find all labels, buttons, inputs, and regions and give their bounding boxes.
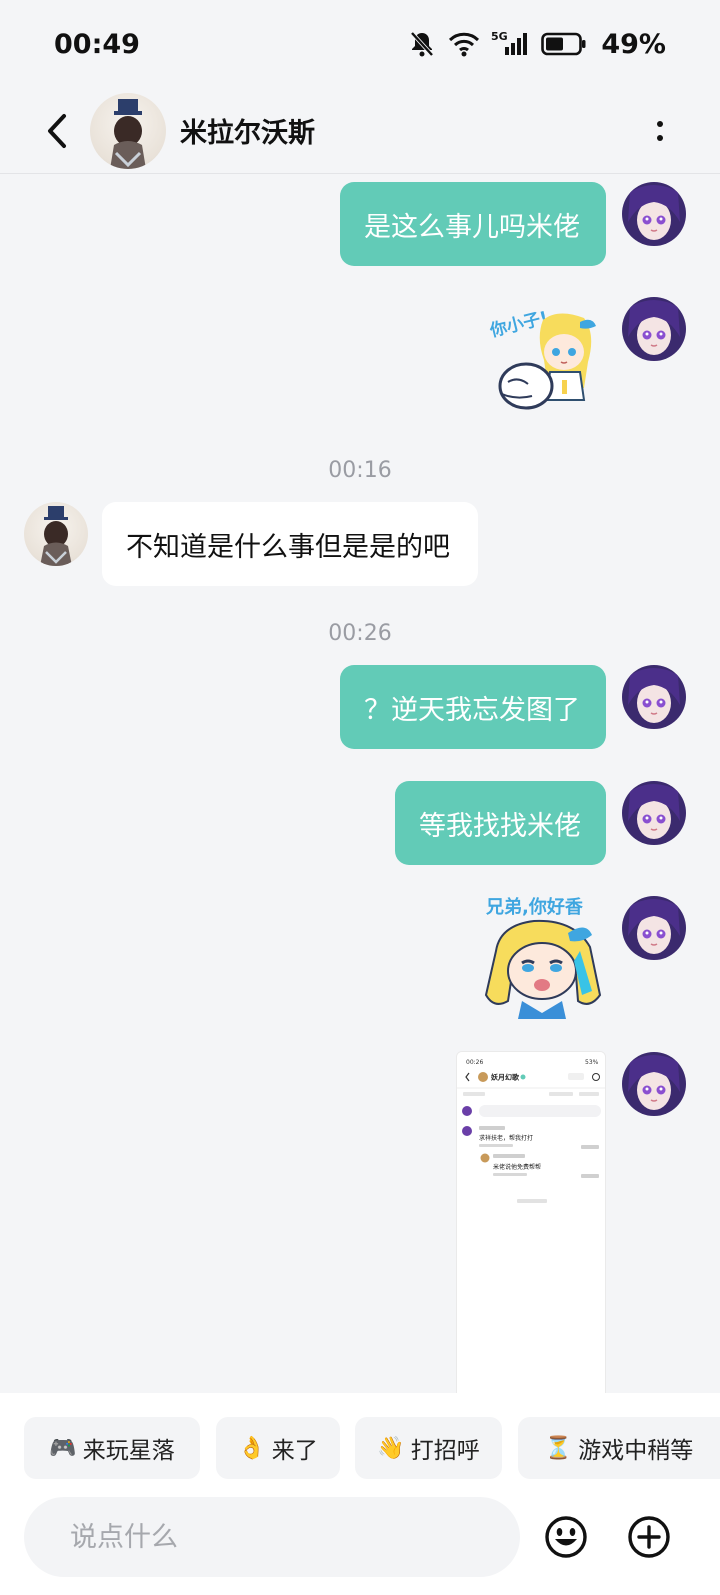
chevron-left-icon [48, 113, 66, 148]
cellular-signal-icon: 5G [491, 29, 531, 59]
message-list[interactable]: 是这么事儿吗米佬 你小子! 00:16 不知道是什么事但是是的吧 00:26 ？… [0, 175, 720, 1395]
my-avatar[interactable] [622, 781, 686, 845]
quick-reply-coming[interactable]: 👌 来了 [216, 1417, 340, 1479]
quick-reply-wait[interactable]: ⏳ 游戏中稍等 [518, 1417, 720, 1479]
image-status-time: 00:26 [466, 1059, 483, 1066]
add-attachment-button[interactable] [627, 1515, 671, 1559]
quick-reply-label: 来了 [271, 1438, 318, 1464]
sticker-message[interactable]: 你小子! [487, 300, 606, 420]
quick-reply-label: 来玩星落 [82, 1438, 175, 1464]
sticker-message[interactable]: 兄弟,你好香 [482, 891, 606, 1021]
mute-icon [407, 29, 437, 59]
input-row [0, 1497, 720, 1577]
my-avatar[interactable] [622, 182, 686, 246]
plus-circle-icon [628, 1516, 670, 1558]
quick-reply-label: 打招呼 [410, 1438, 480, 1464]
waving-hand-icon: 👋 [377, 1435, 405, 1461]
quick-reply-label: 游戏中稍等 [578, 1438, 694, 1464]
my-avatar[interactable] [622, 1052, 686, 1116]
hourglass-icon: ⏳ [544, 1435, 573, 1461]
quick-replies-bar[interactable]: 🎮 来玩星落 👌 来了 👋 打招呼 ⏳ 游戏中稍等 [0, 1417, 720, 1479]
contact-avatar[interactable] [90, 92, 166, 169]
message-bubble-outgoing[interactable]: ？逆天我忘发图了 [340, 665, 606, 749]
message-timestamp: 00:26 [328, 621, 392, 646]
sticker-caption: 兄弟,你好香 [485, 896, 584, 918]
ok-hand-icon: 👌 [238, 1435, 266, 1461]
smiley-icon [545, 1516, 587, 1558]
status-time: 00:49 [54, 28, 140, 60]
image-status-battery: 53% [585, 1059, 599, 1066]
emoji-button[interactable] [544, 1515, 588, 1559]
status-icons: 5G 49% [407, 29, 666, 60]
message-bubble-outgoing[interactable]: 等我找找米佬 [395, 781, 606, 865]
message-input[interactable] [24, 1497, 520, 1577]
my-avatar[interactable] [622, 896, 686, 960]
more-options-button[interactable] [640, 101, 680, 161]
my-avatar[interactable] [622, 297, 686, 361]
composer-panel: 🎮 来玩星落 👌 来了 👋 打招呼 ⏳ 游戏中稍等 [0, 1393, 720, 1595]
gamepad-icon: 🎮 [49, 1435, 77, 1461]
quick-reply-play[interactable]: 🎮 来玩星落 [24, 1417, 200, 1479]
message-timestamp: 00:16 [328, 458, 392, 483]
image-reply-1: 求祥扶老，帮我打打 [479, 1134, 533, 1142]
my-avatar[interactable] [622, 665, 686, 729]
message-bubble-outgoing[interactable]: 是这么事儿吗米佬 [340, 182, 606, 266]
battery-percent: 49% [601, 28, 666, 60]
status-bar: 00:49 5G 49% [0, 0, 720, 88]
quick-reply-greet[interactable]: 👋 打招呼 [355, 1417, 502, 1479]
battery-icon [541, 31, 587, 57]
network-label: 5G [491, 30, 508, 43]
more-dot-icon [657, 120, 663, 127]
contact-avatar[interactable] [24, 502, 88, 566]
contact-name: 米拉尔沃斯 [180, 118, 315, 149]
wifi-icon [447, 29, 481, 59]
image-message[interactable]: 00:26 53% 妖月幻歌 求祥扶老，帮我打打 米佬说他免费帮帮 [456, 1051, 606, 1395]
more-dot-icon [657, 134, 663, 141]
image-title: 妖月幻歌 [491, 1073, 520, 1082]
chat-header: 米拉尔沃斯 [0, 88, 720, 174]
image-reply-2: 米佬说他免费帮帮 [493, 1163, 541, 1171]
back-button[interactable] [28, 101, 88, 161]
message-bubble-incoming[interactable]: 不知道是什么事但是是的吧 [102, 502, 478, 586]
